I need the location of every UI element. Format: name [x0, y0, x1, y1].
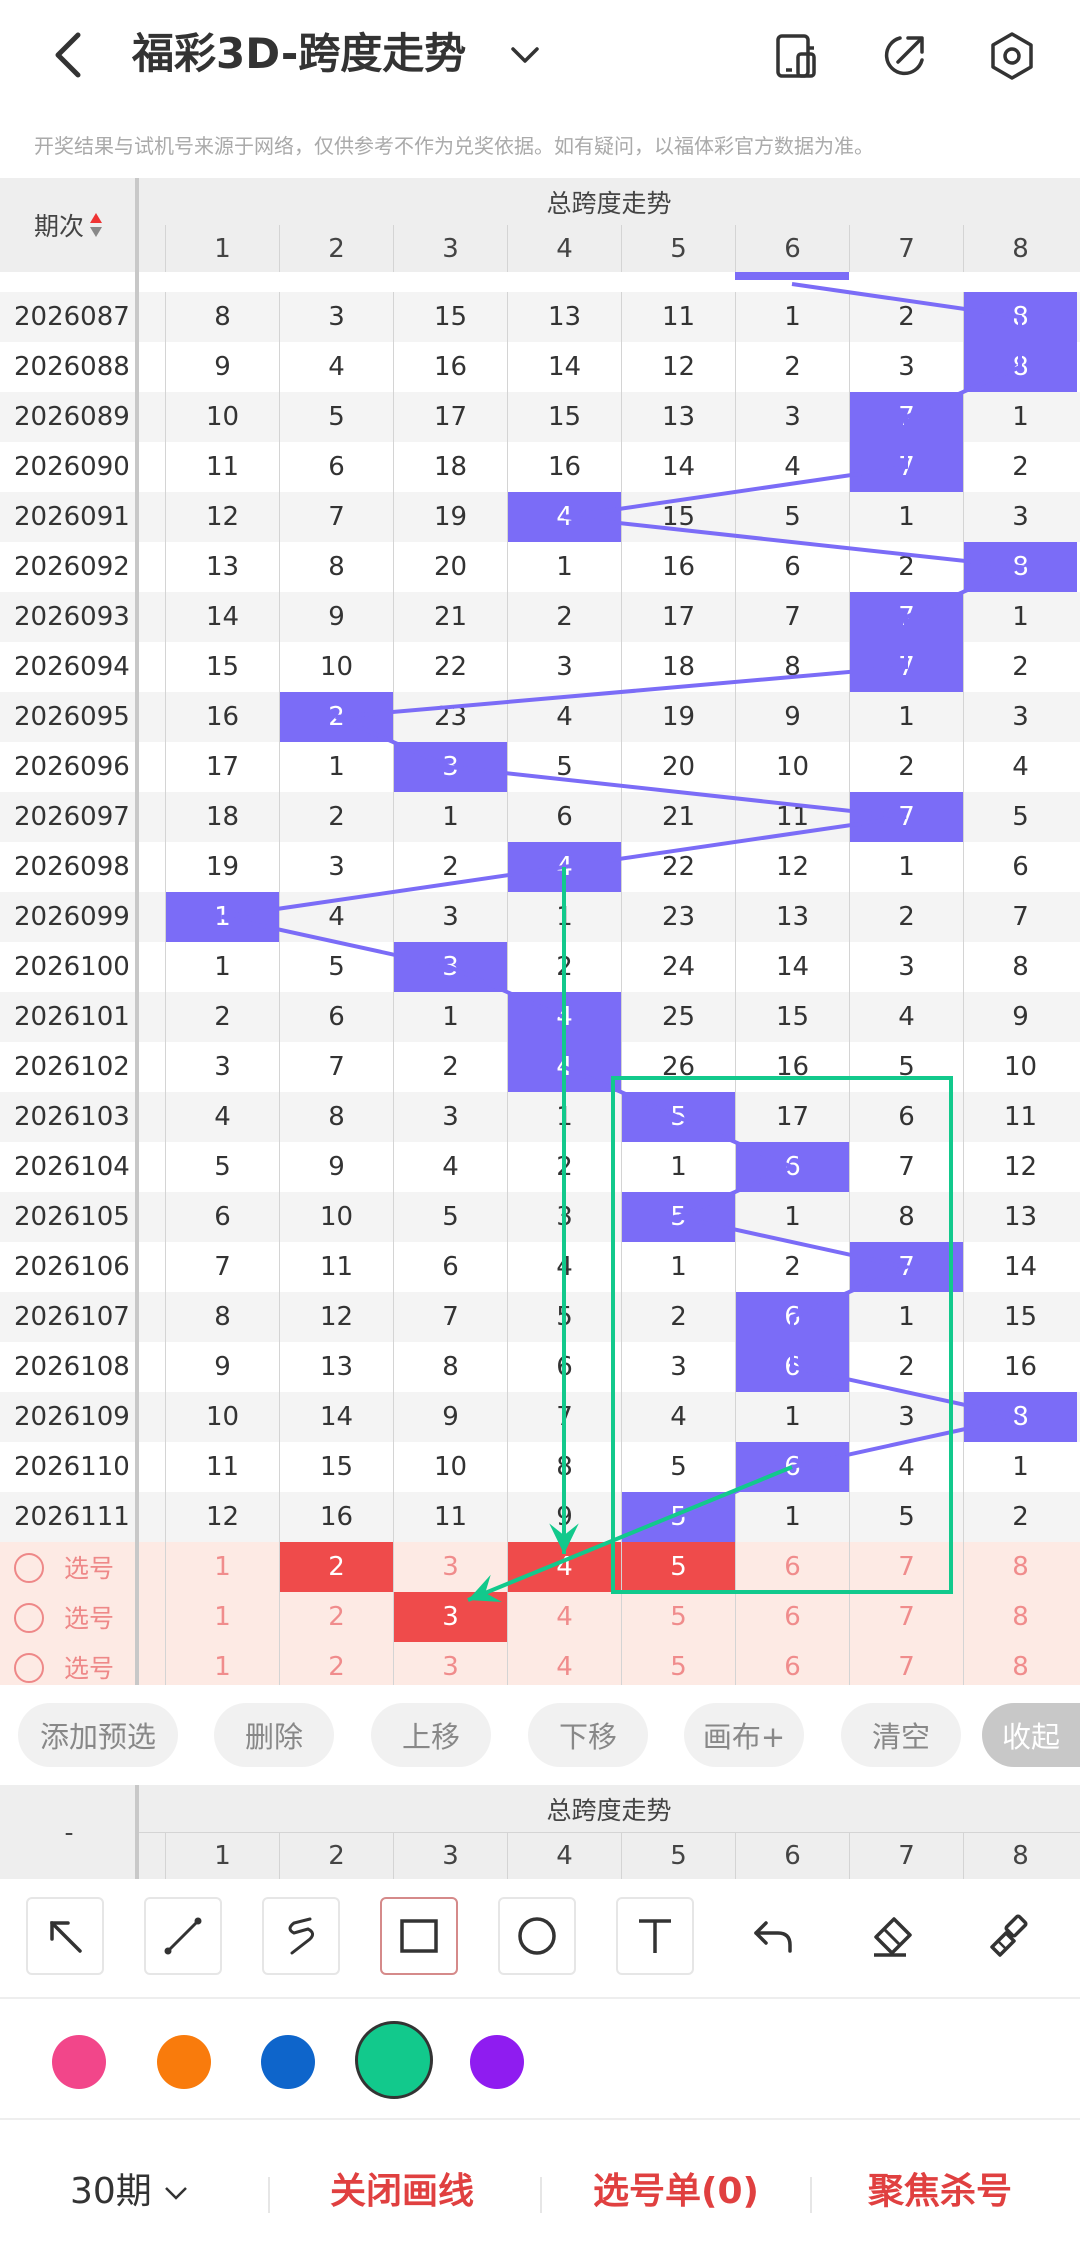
annotation-arrow-down[interactable]	[549, 867, 579, 1554]
annotation-arrow-diagonal[interactable]	[467, 1465, 793, 1603]
page-title[interactable]: 福彩3D-跨度走势	[132, 26, 466, 82]
eraser-tool[interactable]	[852, 1897, 930, 1975]
bottom-group-title: 总跨度走势	[546, 1795, 672, 1825]
bottom-column-header: 5	[621, 1832, 735, 1879]
collapse-button[interactable]: 收起	[982, 1703, 1080, 1767]
color-swatch-blue[interactable]	[261, 2035, 315, 2089]
column-separator	[135, 1785, 139, 1879]
trend-table: 期次 总跨度走势 1 2 3 4 5 6 7 8 2026087 8 3 15 13 11 1 2 8 2026088…	[0, 178, 1080, 1685]
divider	[540, 2177, 542, 2213]
curve-tool[interactable]	[262, 1897, 340, 1975]
line-tool[interactable]	[144, 1897, 222, 1975]
bottom-column-header: 3	[393, 1832, 507, 1879]
eraser-icon	[874, 1917, 912, 1957]
move-down-button[interactable]: 下移	[528, 1703, 648, 1767]
circle-tool[interactable]	[498, 1897, 576, 1975]
selection-list-button[interactable]: 选号单(0)	[593, 2162, 759, 2214]
bottom-action-bar: 30期 关闭画线 选号单(0) 聚焦杀号	[0, 2122, 1080, 2265]
drawing-overlay[interactable]	[0, 178, 1080, 1685]
circle-icon	[518, 1917, 556, 1955]
annotation-rectangle[interactable]	[611, 1076, 953, 1594]
move-up-button[interactable]: 上移	[371, 1703, 491, 1767]
color-swatch-orange[interactable]	[157, 2035, 211, 2089]
drawing-tools-bar	[0, 1879, 1080, 1999]
bottom-column-header: 8	[963, 1832, 1077, 1879]
bottom-column-header: 6	[735, 1832, 849, 1879]
bottom-column-header: 4	[507, 1832, 621, 1879]
period-count-label: 30期	[70, 2171, 152, 2212]
undo-icon	[754, 1921, 792, 1953]
period-count-select[interactable]: 30期	[70, 2162, 192, 2214]
chevron-down-icon	[164, 2187, 187, 2200]
chevron-down-icon[interactable]	[505, 35, 545, 75]
bottom-period-header: -	[64, 1817, 74, 1847]
close-drawing-button[interactable]: 关闭画线	[330, 2162, 474, 2214]
arrow-tool[interactable]	[26, 1897, 104, 1975]
delete-button[interactable]: 删除	[214, 1703, 334, 1767]
curve-icon	[288, 1917, 315, 1955]
clear-brush-tool[interactable]	[970, 1897, 1048, 1975]
canvas-plus-button[interactable]: 画布+	[684, 1703, 804, 1767]
color-swatch-green-selected[interactable]	[355, 2021, 433, 2099]
text-tool[interactable]	[616, 1897, 694, 1975]
clear-button[interactable]: 清空	[841, 1703, 961, 1767]
bottom-column-header: 1	[165, 1832, 279, 1879]
layout-toggle-icon[interactable]	[768, 28, 824, 84]
bottom-column-header: 7	[849, 1832, 963, 1879]
disclaimer-text: 开奖结果与试机号来源于网络，仅供参考不作为兑奖依据。如有疑问，以福体彩官方数据为…	[34, 134, 874, 158]
divider	[268, 2177, 270, 2213]
arrow-icon	[50, 1921, 82, 1953]
back-arrow-icon[interactable]	[40, 25, 100, 85]
text-icon	[639, 1919, 671, 1953]
brush-icon	[990, 1914, 1028, 1957]
divider	[810, 2177, 812, 2213]
add-preselect-button[interactable]: 添加预选	[18, 1703, 178, 1767]
rectangle-tool[interactable]	[380, 1897, 458, 1975]
color-swatch-purple[interactable]	[470, 2035, 524, 2089]
color-swatch-pink[interactable]	[52, 2035, 106, 2089]
share-icon[interactable]	[876, 28, 932, 84]
settings-icon[interactable]	[984, 28, 1040, 84]
color-palette	[0, 2000, 1080, 2120]
app-header: 福彩3D-跨度走势	[0, 0, 1080, 110]
line-icon	[164, 1917, 202, 1955]
undo-tool[interactable]	[734, 1897, 812, 1975]
bottom-table-header: - 总跨度走势 12345678	[0, 1785, 1080, 1879]
rectangle-icon	[400, 1919, 438, 1953]
bottom-column-header: 2	[279, 1832, 393, 1879]
trend-line	[221, 282, 1028, 1519]
focus-kill-button[interactable]: 聚焦杀号	[868, 2162, 1012, 2214]
selection-toolbar: 添加预选 删除 上移 下移 画布+ 清空 收起	[0, 1685, 1080, 1785]
